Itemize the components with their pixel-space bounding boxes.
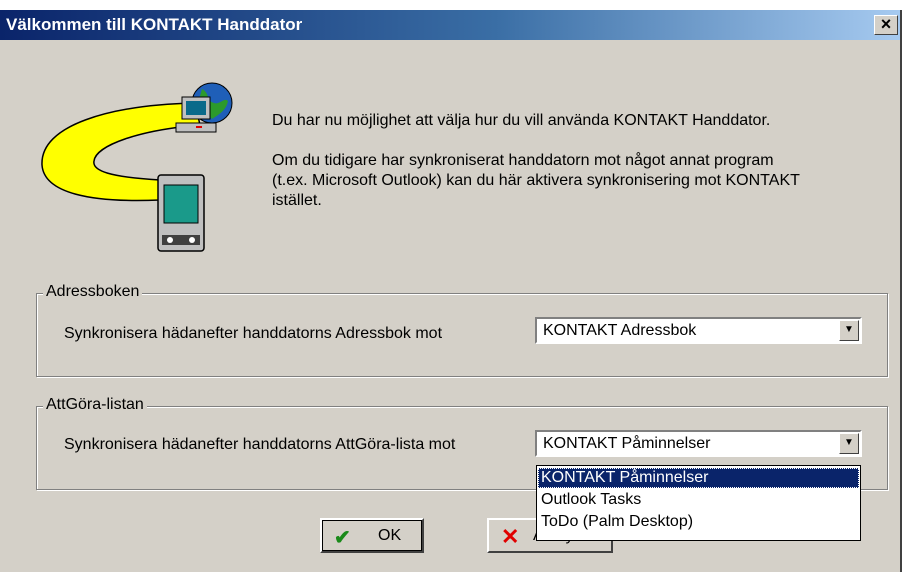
- todo-dropdown-list[interactable]: KONTAKT Påminnelser Outlook Tasks ToDo (…: [536, 465, 861, 541]
- list-item[interactable]: ToDo (Palm Desktop): [538, 512, 859, 532]
- dialog-window: Välkommen till KONTAKT Handdator × Du ha…: [0, 10, 902, 572]
- intro-text-line: istället.: [272, 192, 322, 209]
- todo-sync-value: KONTAKT Påminnelser: [543, 435, 711, 452]
- x-cross-icon: ✕: [501, 524, 520, 549]
- address-sync-value: KONTAKT Adressbok: [543, 322, 697, 339]
- chevron-down-icon[interactable]: ▼: [839, 320, 859, 341]
- address-group-legend: Adressboken: [43, 283, 143, 301]
- chevron-down-icon[interactable]: ▼: [839, 433, 859, 454]
- checkmark-icon: ✔: [334, 527, 351, 549]
- sync-illustration: [41, 82, 233, 252]
- todo-sync-label: Synkronisera hädanefter handdatorns AttG…: [64, 436, 456, 453]
- close-button[interactable]: ×: [874, 15, 898, 35]
- computer-icon: [175, 96, 217, 133]
- intro-text-line: Om du tidigare har synkroniserat handdat…: [272, 152, 774, 169]
- list-item[interactable]: KONTAKT Påminnelser: [538, 468, 859, 488]
- address-sync-label: Synkronisera hädanefter handdatorns Adre…: [64, 325, 443, 342]
- intro-text-line: (t.ex. Microsoft Outlook) kan du här akt…: [272, 172, 800, 189]
- window-title: Välkommen till KONTAKT Handdator: [6, 15, 303, 34]
- ok-label: OK: [378, 527, 402, 544]
- address-sync-select[interactable]: KONTAKT Adressbok ▼: [535, 317, 862, 344]
- todo-sync-select[interactable]: KONTAKT Påminnelser ▼: [535, 430, 862, 457]
- list-item[interactable]: Outlook Tasks: [538, 490, 859, 510]
- handheld-icon: [157, 174, 205, 252]
- intro-text: Du har nu möjlighet att välja hur du vil…: [272, 112, 771, 129]
- ok-button[interactable]: ✔ OK: [320, 518, 424, 553]
- close-icon: ×: [880, 14, 892, 34]
- title-bar[interactable]: Välkommen till KONTAKT Handdator ×: [0, 10, 900, 40]
- todo-group-legend: AttGöra-listan: [43, 396, 147, 414]
